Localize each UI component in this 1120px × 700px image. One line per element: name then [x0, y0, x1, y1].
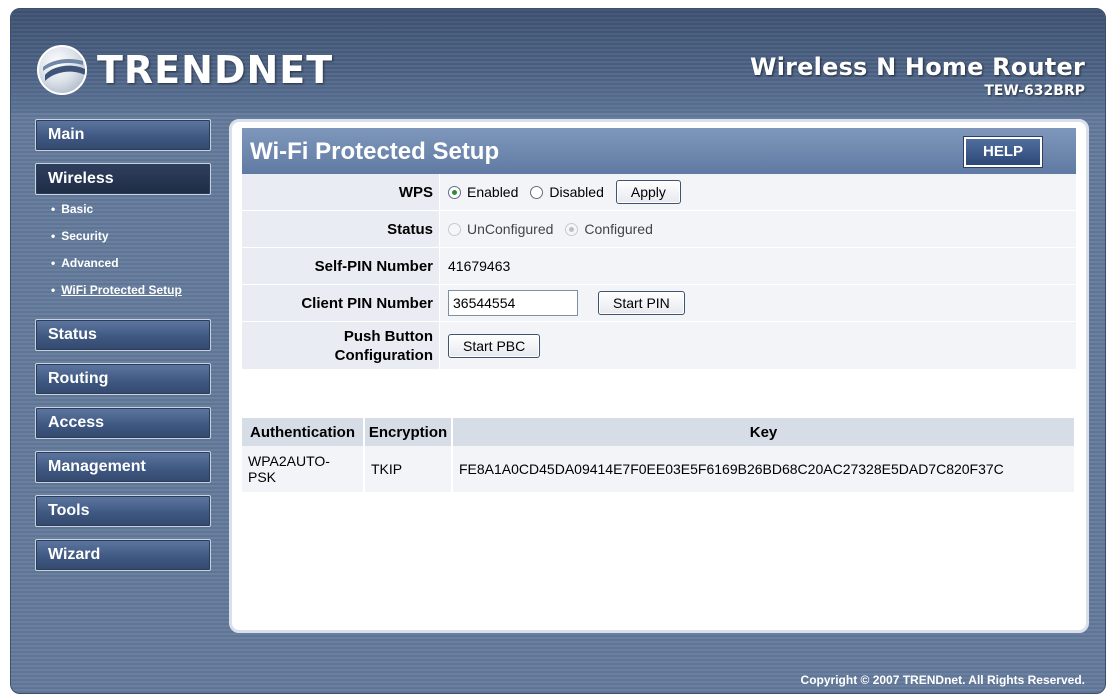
router-admin-frame: TRENDNET Wireless N Home Router TEW-632B… [10, 8, 1106, 694]
col-key: Key [452, 418, 1076, 446]
sidebar-item-wizard[interactable]: Wizard [35, 539, 211, 571]
start-pin-button[interactable]: Start PIN [598, 291, 685, 315]
sidebar-item-access[interactable]: Access [35, 407, 211, 439]
wps-form: WPS Enabled Disabled Apply Status UnConf… [242, 174, 1076, 370]
status-unconfigured-label: UnConfigured [467, 221, 554, 237]
panel-title-bar: Wi-Fi Protected Setup HELP [242, 128, 1076, 174]
table-row: WPA2AUTO-PSK TKIP FE8A1A0CD45DA09414E7F0… [242, 446, 1076, 492]
security-table: Authentication Encryption Key WPA2AUTO-P… [242, 418, 1076, 492]
product-model: TEW-632BRP [984, 83, 1085, 99]
wps-disabled-radio[interactable] [530, 185, 544, 199]
trendnet-logo: TRENDNET [37, 45, 333, 95]
apply-button[interactable]: Apply [615, 180, 681, 204]
wireless-subnav: • Basic • Security • Advanced • WiFi Protect… [35, 201, 211, 309]
logo-globe-icon [37, 45, 87, 95]
col-authentication: Authentication [242, 418, 365, 446]
sidebar-item-routing[interactable]: Routing [35, 363, 211, 395]
client-pin-label: Client PIN Number [242, 285, 440, 321]
sidebar-item-tools[interactable]: Tools [35, 495, 211, 527]
wps-enabled-radio[interactable] [448, 185, 461, 199]
status-unconfigured-radio [448, 222, 461, 236]
copyright-text: Copyright © 2007 TRENDnet. All Rights Re… [800, 673, 1085, 687]
status-configured-label: Configured [584, 221, 653, 237]
status-label: Status [242, 211, 440, 247]
cell-authentication: WPA2AUTO-PSK [242, 446, 365, 492]
status-configured-radio [565, 222, 579, 236]
sidebar-item-management[interactable]: Management [35, 451, 211, 483]
help-button[interactable]: HELP [964, 137, 1042, 167]
subnav-item-basic[interactable]: • Basic [51, 201, 211, 228]
wps-enabled-label: Enabled [467, 184, 519, 200]
self-pin-row: Self-PIN Number 41679463 [242, 248, 1076, 285]
product-title: Wireless N Home Router [750, 53, 1085, 81]
cell-key: FE8A1A0CD45DA09414E7F0EE03E5F6169B26BD68… [452, 446, 1076, 492]
content-panel: Wi-Fi Protected Setup HELP WPS Enabled D… [229, 119, 1089, 633]
sidebar-item-main[interactable]: Main [35, 119, 211, 151]
self-pin-label: Self-PIN Number [242, 248, 440, 284]
sidebar-item-wireless[interactable]: Wireless [35, 163, 211, 195]
pbc-row: Push Button Configuration Start PBC [242, 322, 1076, 370]
table-header-row: Authentication Encryption Key [242, 418, 1076, 446]
pbc-label: Push Button Configuration [242, 322, 440, 369]
client-pin-input[interactable] [448, 290, 578, 316]
subnav-item-wifi-protected-setup[interactable]: • WiFi Protected Setup [51, 282, 211, 309]
subnav-item-security[interactable]: • Security [51, 228, 211, 255]
wps-label: WPS [242, 174, 440, 210]
wps-row: WPS Enabled Disabled Apply [242, 174, 1076, 211]
start-pbc-button[interactable]: Start PBC [448, 333, 541, 358]
sidebar-nav: Main Wireless • Basic • Security • Advanced… [35, 119, 211, 583]
client-pin-row: Client PIN Number Start PIN [242, 285, 1076, 322]
col-encryption: Encryption [364, 418, 453, 446]
wps-disabled-label: Disabled [549, 184, 604, 200]
logo-text: TRENDNET [97, 48, 334, 92]
header: TRENDNET Wireless N Home Router TEW-632B… [11, 9, 1105, 113]
status-row: Status UnConfigured Configured [242, 211, 1076, 248]
cell-encryption: TKIP [364, 446, 453, 492]
self-pin-value: 41679463 [440, 248, 1076, 284]
sidebar-item-status[interactable]: Status [35, 319, 211, 351]
subnav-item-advanced[interactable]: • Advanced [51, 255, 211, 282]
page-title: Wi-Fi Protected Setup [250, 138, 500, 165]
